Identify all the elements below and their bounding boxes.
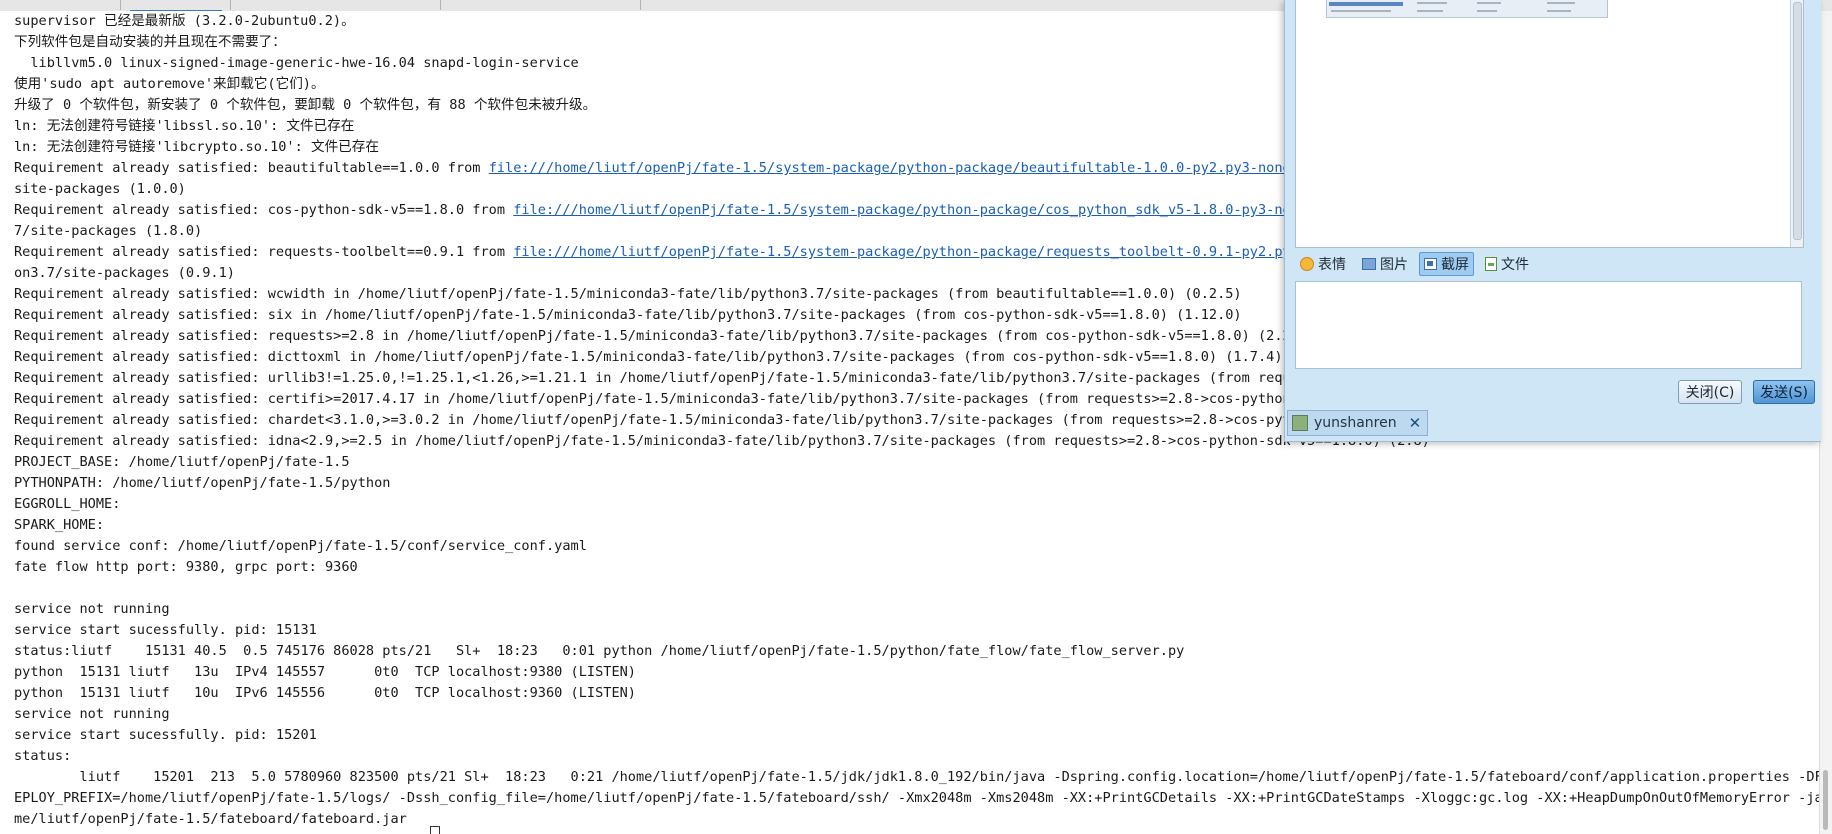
screenshot-label: 截屏 xyxy=(1441,257,1469,273)
image-text-row xyxy=(1547,10,1571,12)
tab-separator xyxy=(640,0,641,10)
terminal-line: Requirement already satisfied: six in /h… xyxy=(14,307,1242,323)
terminal-line: EGGROLL_HOME: xyxy=(14,496,121,512)
terminal-line: service start sucessfully. pid: 15201 xyxy=(14,727,317,743)
terminal-line-text: Requirement already satisfied: beautiful… xyxy=(14,160,489,176)
image-text-row xyxy=(1417,2,1447,4)
image-label: 图片 xyxy=(1380,257,1408,273)
terminal-line-with-link: Requirement already satisfied: beautiful… xyxy=(14,158,1356,179)
package-file-link[interactable]: file:///home/liutf/openPj/fate-1.5/syste… xyxy=(513,202,1372,218)
terminal-line: PROJECT_BASE: /home/liutf/openPj/fate-1.… xyxy=(14,454,350,470)
terminal-line: 升级了 0 个软件包，新安装了 0 个软件包，要卸载 0 个软件包，有 88 个… xyxy=(14,97,597,113)
emoji-button[interactable]: 表情 xyxy=(1295,252,1351,276)
terminal-line: status:liutf 15131 40.5 0.5 745176 86028… xyxy=(14,643,1185,659)
terminal-line: service start sucessfully. pid: 15131 xyxy=(14,622,317,638)
terminal-line: 7/site-packages (1.8.0) xyxy=(14,223,203,239)
screenshot-icon xyxy=(1424,258,1437,270)
send-button[interactable]: 发送(S) xyxy=(1753,380,1815,404)
tab-separator xyxy=(120,0,121,10)
image-text-row xyxy=(1417,10,1443,12)
image-text-row xyxy=(1331,10,1391,12)
close-tab-icon[interactable]: ✕ xyxy=(1409,414,1422,432)
terminal-line-with-link: Requirement already satisfied: requests-… xyxy=(14,242,1405,263)
terminal-line: ln: 无法创建符号链接'libssl.so.10': 文件已存在 xyxy=(14,118,355,134)
terminal-line: Requirement already satisfied: dicttoxml… xyxy=(14,349,1283,365)
chat-toolbar: 表情 图片 截屏 文件 xyxy=(1295,251,1534,277)
emoji-label: 表情 xyxy=(1318,257,1346,273)
terminal-line: Requirement already satisfied: idna<2.9,… xyxy=(14,433,1430,449)
terminal-line: PYTHONPATH: /home/liutf/openPj/fate-1.5/… xyxy=(14,475,391,491)
terminal-line: on3.7/site-packages (0.9.1) xyxy=(14,265,235,281)
terminal-line: SPARK_HOME: xyxy=(14,517,105,533)
image-text-row xyxy=(1477,2,1501,4)
terminal-line: 下列软件包是自动安装的并且现在不需要了： xyxy=(14,34,286,50)
terminal-line: fate flow http port: 9380, grpc port: 93… xyxy=(14,559,358,575)
terminal-line: python 15131 liutf 10u IPv6 145556 0t0 T… xyxy=(14,685,636,701)
terminal-line: service not running xyxy=(14,601,170,617)
terminal-line: ln: 无法创建符号链接'libcrypto.so.10': 文件已存在 xyxy=(14,139,379,155)
terminal-line: me/liutf/openPj/fate-1.5/fateboard/fateb… xyxy=(14,811,407,827)
mouse-cursor-icon xyxy=(430,826,440,834)
chat-history-scrollbar[interactable] xyxy=(1790,0,1803,247)
file-button[interactable]: 文件 xyxy=(1480,252,1534,276)
screenshot-button[interactable]: 截屏 xyxy=(1419,252,1474,276)
terminal-line: Requirement already satisfied: requests>… xyxy=(14,328,1324,344)
image-text-row xyxy=(1547,2,1575,4)
tab-separator xyxy=(230,0,231,10)
shared-screenshot-image[interactable] xyxy=(1326,0,1608,18)
package-file-link[interactable]: file:///home/liutf/openPj/fate-1.5/syste… xyxy=(513,244,1405,260)
picture-icon xyxy=(1362,258,1376,270)
tab-separator xyxy=(440,0,441,10)
terminal-line: EPLOY_PREFIX=/home/liutf/openPj/fate-1.5… xyxy=(14,790,1820,806)
terminal-line-text: Requirement already satisfied: requests-… xyxy=(14,244,514,260)
terminal-line: 使用'sudo apt autoremove'来卸载它(它们)。 xyxy=(14,76,325,92)
package-file-link[interactable]: file:///home/liutf/openPj/fate-1.5/syste… xyxy=(489,160,1357,176)
terminal-line: service not running xyxy=(14,706,170,722)
chat-history-scrollbar-thumb[interactable] xyxy=(1793,2,1802,240)
smiley-icon xyxy=(1300,257,1314,271)
terminal-scrollbar-thumb[interactable] xyxy=(1823,770,1828,830)
terminal-line-text: Requirement already satisfied: cos-pytho… xyxy=(14,202,514,218)
close-button[interactable]: 关闭(C) xyxy=(1678,380,1742,404)
contact-name: yunshanren xyxy=(1314,415,1397,431)
image-button[interactable]: 图片 xyxy=(1357,252,1413,276)
terminal-line: liutf 15201 213 5.0 5780960 823500 pts/2… xyxy=(14,769,1820,785)
image-text-row xyxy=(1477,10,1497,12)
file-label: 文件 xyxy=(1501,257,1529,273)
terminal-line: Requirement already satisfied: certifi>=… xyxy=(14,391,1316,407)
terminal-line: found service conf: /home/liutf/openPj/f… xyxy=(14,538,587,554)
terminal-line-with-link: Requirement already satisfied: cos-pytho… xyxy=(14,200,1373,221)
image-highlight-row xyxy=(1329,2,1403,6)
terminal-line: Requirement already satisfied: wcwidth i… xyxy=(14,286,1242,302)
terminal-line: Requirement already satisfied: urllib3!=… xyxy=(14,370,1324,386)
chat-history-pane[interactable] xyxy=(1295,0,1804,248)
terminal-line: status: xyxy=(14,748,72,764)
avatar xyxy=(1292,415,1308,431)
chat-window: 表情 图片 截屏 文件 关闭(C) 发送(S) yunshanren ✕ xyxy=(1284,0,1821,442)
file-icon xyxy=(1485,257,1497,271)
terminal-line: Requirement already satisfied: chardet<3… xyxy=(14,412,1316,428)
contact-tab[interactable]: yunshanren ✕ xyxy=(1287,410,1429,436)
terminal-line: site-packages (1.0.0) xyxy=(14,181,186,197)
terminal-line: python 15131 liutf 13u IPv4 145557 0t0 T… xyxy=(14,664,636,680)
terminal-line: libllvm5.0 linux-signed-image-generic-hw… xyxy=(14,55,579,71)
terminal-line: supervisor 已经是最新版 (3.2.0-2ubuntu0.2)。 xyxy=(14,13,355,29)
message-input[interactable] xyxy=(1295,281,1802,369)
